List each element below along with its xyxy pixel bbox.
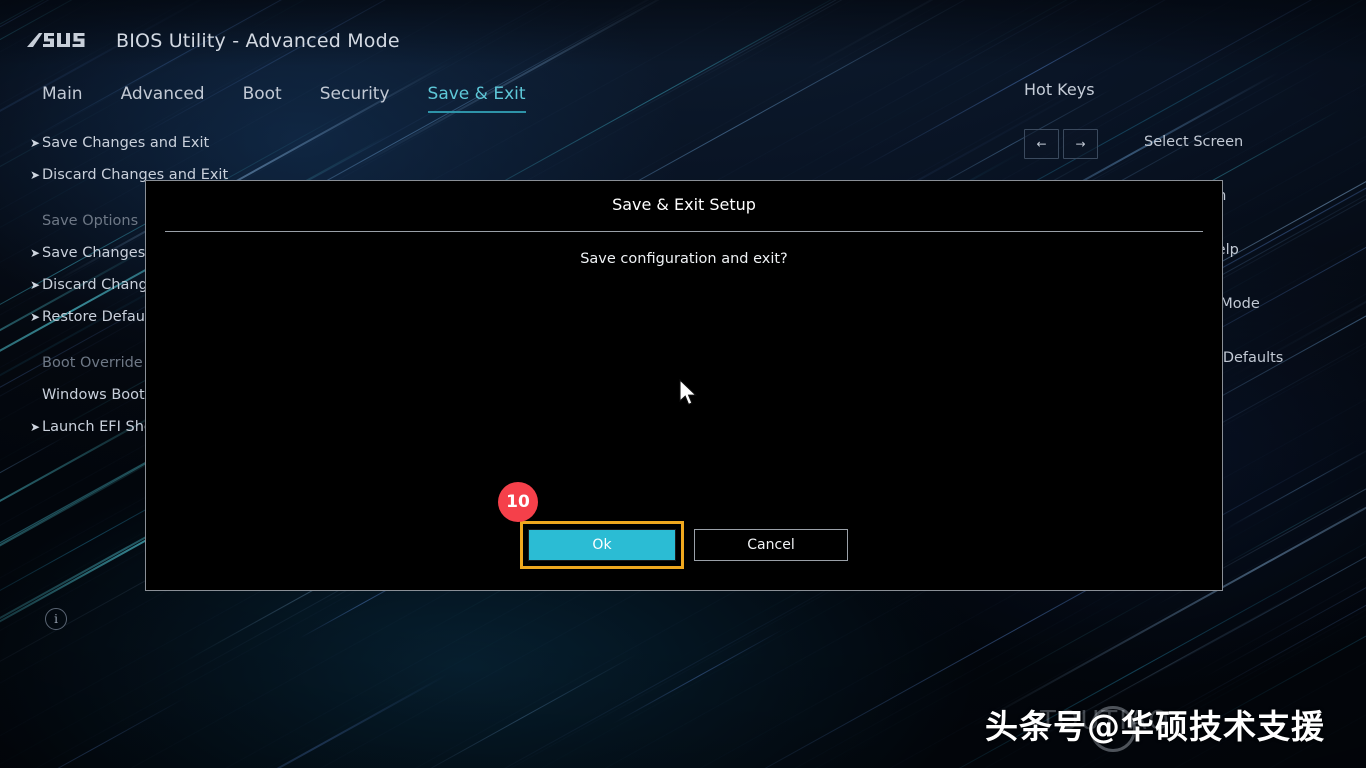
tab-advanced[interactable]: Advanced — [121, 84, 205, 113]
step-badge: 10 — [498, 482, 538, 522]
app-header: BIOS Utility - Advanced Mode — [0, 0, 1366, 66]
main-tab-bar: Main Advanced Boot Security Save & Exit — [0, 84, 564, 120]
chevron-right-icon: ➤ — [30, 168, 41, 182]
dialog-button-row: Ok Cancel — [146, 521, 1222, 569]
chevron-right-icon: ➤ — [30, 420, 41, 434]
key-cap-[interactable]: ← — [1024, 129, 1059, 159]
asus-logo — [27, 33, 85, 47]
dialog-message: Save configuration and exit? — [580, 251, 788, 267]
menu-item-label: Save Changes and Exit — [42, 135, 210, 151]
tab-boot[interactable]: Boot — [243, 84, 282, 113]
menu-item-label: Save Options — [42, 213, 139, 229]
cancel-button[interactable]: Cancel — [694, 529, 848, 561]
hot-key-row: ← → Select Screen — [1024, 129, 1366, 169]
mouse-cursor — [679, 379, 697, 406]
watermark-text: 头条号@华硕技术支援 — [985, 707, 1325, 746]
ok-button-focus-ring: Ok — [520, 521, 684, 569]
menu-item-label: Boot Override — [42, 355, 143, 371]
dialog-separator — [165, 231, 1203, 232]
chevron-right-icon: ➤ — [30, 278, 41, 292]
menu-item-save-changes-and-exit[interactable]: ➤ Save Changes and Exit — [30, 133, 320, 155]
hot-keys-title: Hot Keys — [1024, 80, 1095, 99]
tab-save-exit[interactable]: Save & Exit — [427, 84, 526, 113]
hot-key-label: Select Screen — [1144, 134, 1244, 150]
menu-item-label: Save Changes — [42, 245, 146, 261]
page-title: BIOS Utility - Advanced Mode — [116, 30, 400, 52]
ok-button[interactable]: Ok — [528, 529, 676, 561]
chevron-right-icon: ➤ — [30, 136, 41, 150]
key-cap-[interactable]: → — [1063, 129, 1098, 159]
tab-main[interactable]: Main — [42, 84, 83, 113]
tab-security[interactable]: Security — [320, 84, 390, 113]
dialog-title: Save & Exit Setup — [612, 195, 756, 214]
chevron-right-icon: ➤ — [30, 246, 41, 260]
chevron-right-icon: ➤ — [30, 310, 41, 324]
info-icon[interactable]: i — [45, 608, 67, 630]
